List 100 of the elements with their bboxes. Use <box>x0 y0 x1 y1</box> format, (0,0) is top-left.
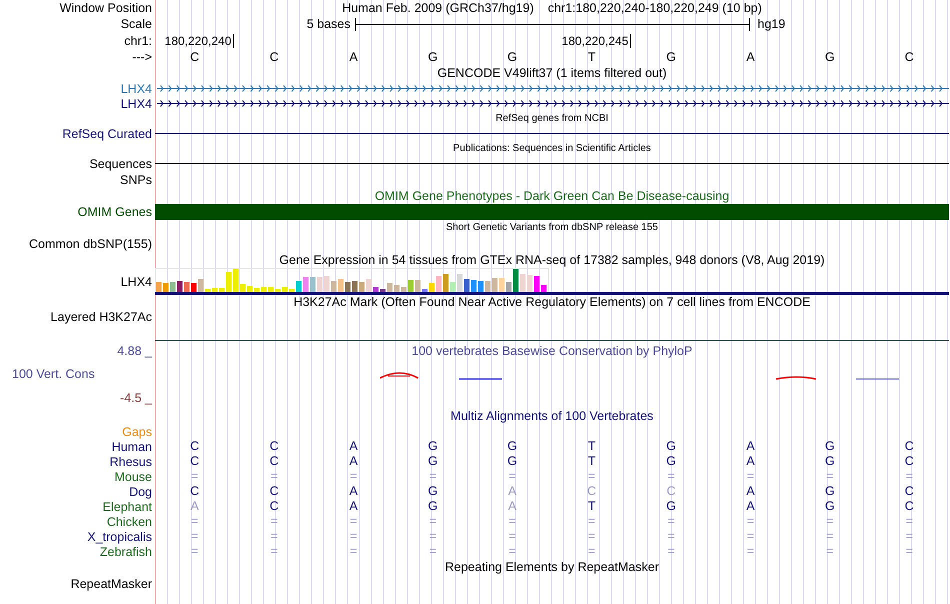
base-letter: = <box>746 530 754 543</box>
base-letter: G <box>825 455 835 468</box>
track-title[interactable]: 100 vertebrates Basewise Conservation by PhyloP <box>412 344 692 358</box>
base-letter: = <box>191 515 198 528</box>
scale-text: 5 bases <box>306 17 352 31</box>
base-letter: = <box>270 545 278 558</box>
track-label[interactable]: Dog <box>129 484 152 498</box>
base-letter: = <box>906 470 913 483</box>
track-label[interactable]: Layered H3K27Ac <box>50 310 152 324</box>
base-letter: = <box>191 470 198 483</box>
track-title[interactable]: OMIM Gene Phenotypes - Dark Green Can Be Disease-causing <box>374 189 730 203</box>
base-letter: = <box>667 545 675 558</box>
base-letter: = <box>508 515 516 528</box>
base-letter: = <box>667 530 675 543</box>
base-letter: = <box>667 470 675 483</box>
base-letter: G <box>666 50 676 64</box>
base-letter: = <box>588 530 596 543</box>
base-letter: = <box>350 545 358 558</box>
base-letter: = <box>270 515 278 528</box>
track-title[interactable]: GENCODE V49lift37 (1 items filtered out) <box>437 66 667 80</box>
base-letter: G <box>428 440 438 453</box>
track-label[interactable]: 100 Vert. Cons <box>12 367 95 381</box>
base-letter: G <box>428 500 438 513</box>
base-letter: C <box>190 50 200 64</box>
base-letter: A <box>349 440 358 453</box>
track-label[interactable]: Mouse <box>114 470 152 484</box>
track-title[interactable]: Gene Expression in 54 tissues from GTEx RNA-seq of 17382 samples, 948 donors (V8, Aug 2019) <box>279 253 825 267</box>
track-label[interactable]: Human <box>112 440 152 454</box>
track-label[interactable]: Sequences <box>89 156 152 170</box>
base-letter: C <box>190 440 200 453</box>
track-label: Window Position <box>60 1 152 15</box>
base-letter: A <box>508 485 516 498</box>
assembly-name: Human Feb. 2009 (GRCh37/hg19) <box>342 1 534 15</box>
base-letter: = <box>826 470 834 483</box>
base-letter: T <box>588 50 596 64</box>
base-letter: C <box>587 485 596 498</box>
base-letter: = <box>508 530 516 543</box>
track-label[interactable]: SNPs <box>120 172 152 186</box>
base-letter: = <box>588 470 596 483</box>
track-title[interactable]: Multiz Alignments of 100 Vertebrates <box>450 409 654 423</box>
base-letter: C <box>270 440 279 453</box>
track-label[interactable]: Zebrafish <box>100 544 152 558</box>
base-letter: A <box>746 500 755 513</box>
base-letter: = <box>588 545 596 558</box>
base-letter: = <box>906 545 913 558</box>
base-letter: = <box>350 515 358 528</box>
base-letter: A <box>349 455 358 468</box>
track-title[interactable]: Repeating Elements by RepeatMasker <box>444 560 659 574</box>
track-title[interactable]: Publications: Sequences in Scientific Articles <box>453 143 651 154</box>
expression-bars-drawing[interactable] <box>155 268 549 292</box>
base-letter: = <box>906 530 913 543</box>
base-letter: G <box>507 50 518 64</box>
base-letter: A <box>508 500 516 513</box>
base-letter: A <box>746 440 755 453</box>
track-label[interactable]: LHX4 <box>120 274 152 288</box>
base-letter: G <box>666 440 676 453</box>
base-letter: T <box>588 500 596 513</box>
track-title[interactable]: RefSeq genes from NCBI <box>496 113 608 124</box>
track-label[interactable]: RefSeq Curated <box>62 126 152 140</box>
base-letter: = <box>508 545 516 558</box>
base-letter: C <box>190 455 200 468</box>
base-letter: C <box>666 485 676 498</box>
track-label[interactable]: OMIM Genes <box>78 205 152 219</box>
track-label[interactable]: Common dbSNP(155) <box>29 236 152 250</box>
base-letter: G <box>428 485 438 498</box>
base-letter: A <box>349 50 358 64</box>
base-letter: G <box>428 50 438 64</box>
base-letter: C <box>904 500 914 513</box>
base-letter: C <box>190 485 200 498</box>
base-letter: C <box>904 485 914 498</box>
base-letter: = <box>429 470 437 483</box>
track-label[interactable]: RepeatMasker <box>70 576 152 590</box>
track-label[interactable]: LHX4 <box>120 96 152 110</box>
base-letter: = <box>350 470 358 483</box>
track-title[interactable]: H3K27Ac Mark (Often Found Near Active Regulatory Elements) on 7 cell lines from ENCODE <box>294 295 810 309</box>
base-letter: A <box>349 500 358 513</box>
base-letter: G <box>825 485 835 498</box>
base-letter: C <box>270 500 279 513</box>
base-letter: T <box>588 440 596 453</box>
base-letter: A <box>746 455 755 468</box>
base-letter: G <box>507 440 518 453</box>
base-letter: = <box>270 530 278 543</box>
track-label[interactable]: Rhesus <box>110 454 152 468</box>
track-label[interactable]: X_tropicalis <box>87 530 152 544</box>
scale-assembly: hg19 <box>756 17 786 31</box>
strand-label: ---> <box>132 50 152 64</box>
base-letter: = <box>746 545 754 558</box>
track-label[interactable]: Chicken <box>106 514 152 528</box>
base-letter: T <box>588 455 596 468</box>
track-label[interactable]: LHX4 <box>120 82 152 96</box>
base-letter: = <box>746 515 754 528</box>
base-letter: = <box>429 530 437 543</box>
track-title[interactable]: Short Genetic Variants from dbSNP release 155 <box>446 222 658 233</box>
base-letter: G <box>666 455 676 468</box>
base-letter: = <box>508 470 516 483</box>
base-letter: C <box>270 50 279 64</box>
base-letter: = <box>191 545 198 558</box>
axis-max-label: 4.88 _ <box>117 344 152 358</box>
base-letter: G <box>825 440 835 453</box>
track-label[interactable]: Elephant <box>102 500 152 514</box>
